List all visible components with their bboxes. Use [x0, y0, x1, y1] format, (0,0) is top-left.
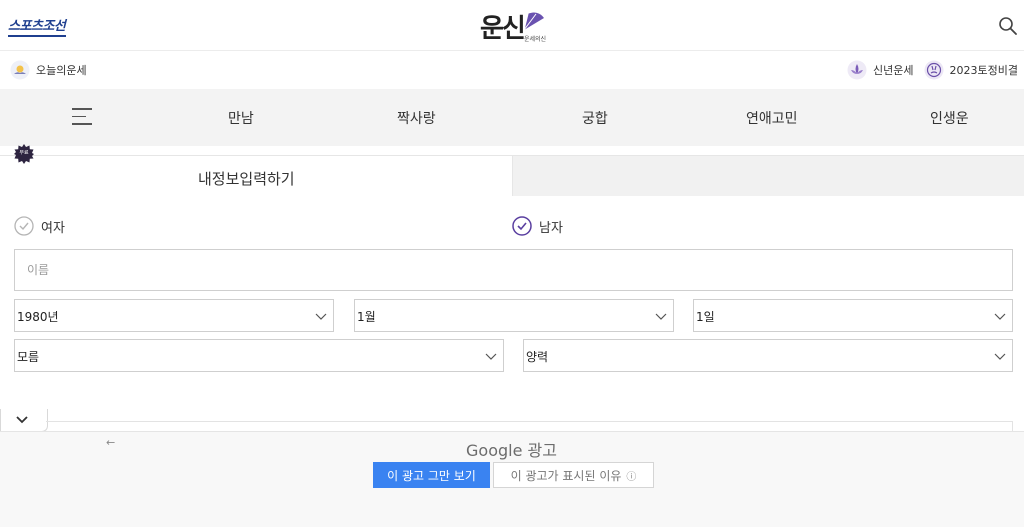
day-select-value: 1일 [696, 310, 715, 324]
nav-item-meeting[interactable]: 만남 [228, 108, 254, 128]
why-ad-button[interactable]: 이 광고가 표시된 이유 ⓘ [493, 462, 654, 488]
month-select[interactable]: 1월 [354, 299, 674, 332]
check-circle-selected-icon [512, 216, 532, 236]
chevron-down-icon [485, 353, 497, 360]
google-ad-label: Google 광고 [466, 437, 557, 461]
today-fortune-link[interactable]: 오늘의운세 [10, 60, 87, 80]
chevron-down-icon [994, 313, 1006, 320]
menu-button[interactable] [72, 108, 92, 126]
logo-text: 운신 [480, 14, 526, 44]
name-input[interactable] [14, 249, 1013, 291]
chevron-down-icon [655, 313, 667, 320]
google-ad-panel: ← Google 광고 이 광고 그만 보기 이 광고가 표시된 이유 ⓘ [0, 431, 1024, 527]
logo-subtitle: 운세의신 [524, 36, 547, 43]
calendar-type-select-value: 양력 [526, 350, 549, 364]
sub-header: 오늘의운세 신년운세 2023토정비결 [0, 51, 1024, 89]
chevron-down-icon [315, 313, 327, 320]
day-select[interactable]: 1일 [693, 299, 1013, 332]
sun-cloud-icon [10, 60, 30, 80]
gender-male-label: 남자 [539, 220, 563, 236]
nav-item-life-fortune[interactable]: 인생운 [930, 108, 969, 128]
lotus-icon [847, 60, 867, 80]
form-tabs: 내정보입력하기 [0, 146, 1024, 197]
brand-left-text: 스포츠조선 [8, 19, 66, 34]
tojeong-label: 2023토정비결 [949, 64, 1018, 77]
tojeong-link[interactable]: 2023토정비결 [924, 60, 1018, 80]
nav-item-compatibility[interactable]: 궁합 [582, 108, 608, 128]
nav-item-crush[interactable]: 짝사랑 [397, 108, 436, 128]
birth-time-select-value: 모름 [17, 350, 40, 364]
birth-time-select[interactable]: 모름 [14, 339, 504, 372]
fan-icon [523, 12, 544, 31]
nav-item-love-concern[interactable]: 연애고민 [746, 108, 798, 128]
gender-male-radio[interactable]: 남자 [512, 216, 563, 236]
back-arrow-icon[interactable]: ← [106, 436, 115, 449]
year-select-value: 1980년 [17, 310, 59, 324]
sportschosun-logo[interactable]: 스포츠조선 [8, 15, 66, 37]
month-select-value: 1월 [357, 310, 376, 324]
rabbit-icon [924, 60, 944, 80]
new-year-fortune-link[interactable]: 신년운세 [847, 60, 914, 80]
main-nav: 만남 짝사랑 궁합 연애고민 인생운 [0, 89, 1024, 146]
year-select[interactable]: 1980년 [14, 299, 334, 332]
google-wordmark: Google [466, 441, 523, 460]
ad-collapse-toggle[interactable] [0, 409, 48, 432]
search-button[interactable] [998, 16, 1018, 36]
tab-other[interactable] [512, 155, 1024, 196]
ad-label-suffix: 광고 [527, 441, 557, 460]
free-badge-text: 무료 [19, 150, 29, 156]
free-badge: 무료 [14, 144, 34, 164]
unsin-logo[interactable]: 운신 운세의신 [480, 8, 550, 44]
gender-female-radio[interactable]: 여자 [14, 216, 65, 236]
chevron-down-icon [16, 416, 28, 424]
check-circle-icon [14, 216, 34, 236]
today-fortune-label: 오늘의운세 [36, 64, 87, 77]
gender-female-label: 여자 [41, 220, 65, 236]
info-icon: ⓘ [626, 471, 637, 483]
tab-my-info-label: 내정보입력하기 [198, 170, 295, 188]
new-year-fortune-label: 신년운세 [873, 64, 914, 77]
search-icon [999, 17, 1017, 35]
calendar-type-select[interactable]: 양력 [523, 339, 1013, 372]
chevron-down-icon [994, 353, 1006, 360]
stop-ad-button[interactable]: 이 광고 그만 보기 [373, 462, 490, 488]
top-header: 스포츠조선 운신 운세의신 [0, 0, 1024, 51]
why-ad-label: 이 광고가 표시된 이유 [510, 468, 622, 483]
tab-my-info[interactable]: 내정보입력하기 [0, 155, 512, 197]
